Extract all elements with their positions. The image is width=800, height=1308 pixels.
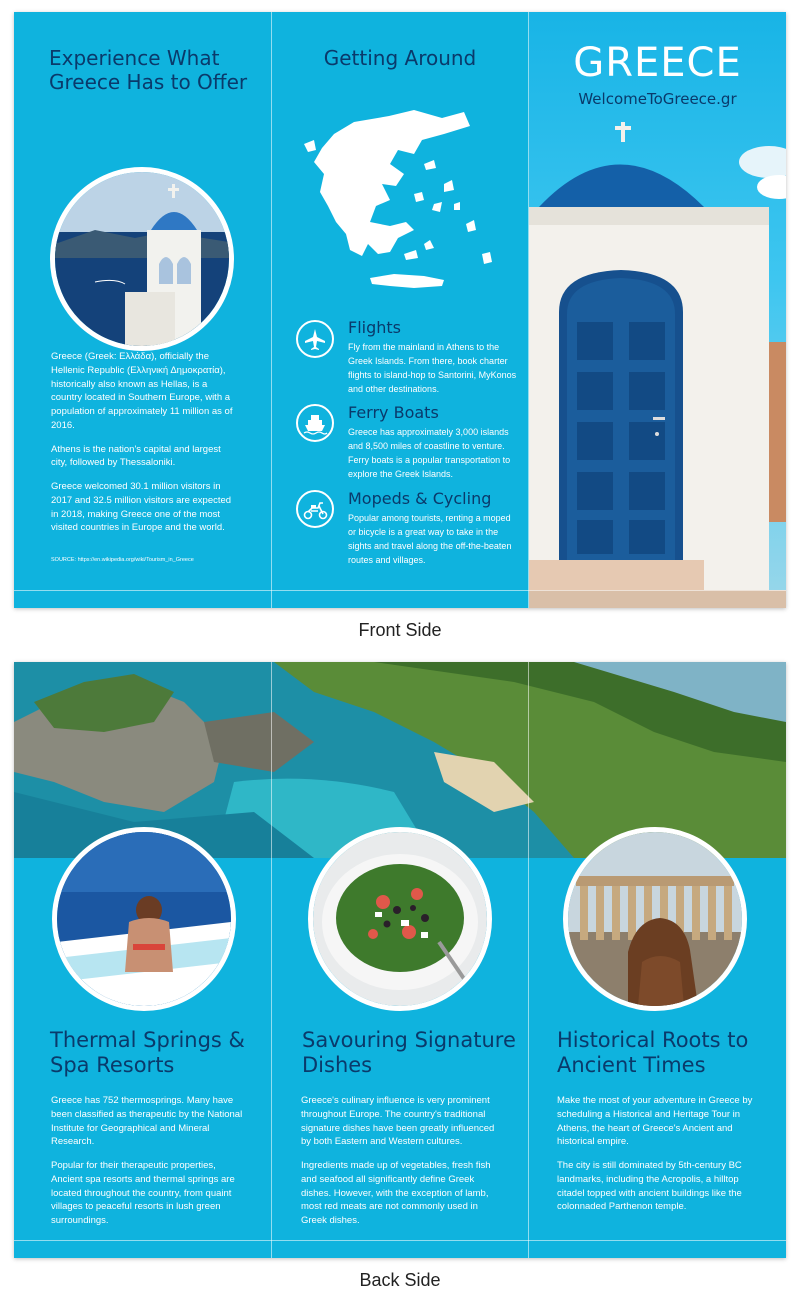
santorini-church-photo — [50, 167, 234, 351]
ferry-text: Greece has approximately 3,000 islands a… — [348, 427, 511, 479]
mopeds-title: Mopeds & Cycling — [348, 489, 492, 508]
intro-paragraph: Greece (Greek: Ελλάδα), officially the H… — [51, 351, 233, 431]
fold-line — [528, 662, 529, 1258]
scooter-icon — [296, 490, 334, 528]
ferry-title: Ferry Boats — [348, 403, 439, 422]
body-paragraph: Greece's culinary influence is very prom… — [301, 1095, 495, 1148]
airplane-icon — [296, 320, 334, 358]
body-paragraph: Make the most of your adventure in Greec… — [557, 1095, 753, 1148]
flights-title: Flights — [348, 318, 401, 337]
body-paragraph: Greece has 752 thermosprings. Many have … — [51, 1095, 243, 1148]
greece-map — [304, 110, 492, 288]
spa-woman-photo — [52, 827, 236, 1011]
body-paragraph: Ingredients made up of vegetables, fresh… — [301, 1160, 491, 1227]
historical-roots-body: Make the most of your adventure in Greec… — [557, 1094, 755, 1224]
body-paragraph: The city is still dominated by 5th-centu… — [557, 1160, 742, 1213]
front-panel-cover: GREECE WelcomeToGreece.gr — [529, 12, 786, 608]
intro-body: Greece (Greek: Ελλάδα), officially the H… — [51, 350, 236, 545]
greek-salad-photo — [308, 827, 492, 1011]
bottom-rule — [14, 1240, 786, 1241]
intro-title: Experience What Greece Has to Offer — [49, 46, 248, 94]
brochure-back: Thermal Springs & Spa Resorts Greece has… — [14, 662, 786, 1258]
front-panel-getting-around: Getting Around Flights Fly from the main… — [272, 12, 528, 608]
thermal-springs-title: Thermal Springs & Spa Resorts — [50, 1028, 245, 1078]
front-side-caption: Front Side — [358, 620, 442, 640]
cover-title: GREECE — [573, 40, 742, 86]
fold-line — [271, 662, 272, 1258]
signature-dishes-title: Savouring Signature Dishes — [302, 1028, 516, 1078]
brochure-front: Experience What Greece Has to Offer Gree… — [14, 12, 786, 608]
intro-paragraph: Athens is the nation's capital and large… — [51, 443, 221, 469]
bottom-rule — [14, 590, 786, 591]
body-paragraph: Popular for their therapeutic properties… — [51, 1160, 235, 1227]
flights-text: Fly from the mainland in Athens to the G… — [348, 342, 517, 394]
website-url: WelcomeToGreece.gr — [578, 90, 737, 108]
thermal-springs-body: Greece has 752 thermosprings. Many have … — [51, 1094, 249, 1238]
front-panel-intro: Experience What Greece Has to Offer Gree… — [14, 12, 271, 608]
intro-paragraph: Greece welcomed 30.1 million visitors in… — [51, 481, 232, 534]
getting-around-title: Getting Around — [323, 46, 477, 70]
signature-dishes-body: Greece's culinary influence is very prom… — [301, 1094, 499, 1238]
parthenon-photo — [563, 827, 747, 1011]
historical-roots-title: Historical Roots to Ancient Times — [557, 1028, 749, 1078]
mopeds-text: Popular among tourists, renting a moped … — [348, 513, 512, 565]
back-side-caption: Back Side — [359, 1270, 441, 1290]
ship-icon — [296, 404, 334, 442]
source-citation: SOURCE: https://en.wikipedia.org/wiki/To… — [51, 557, 194, 563]
